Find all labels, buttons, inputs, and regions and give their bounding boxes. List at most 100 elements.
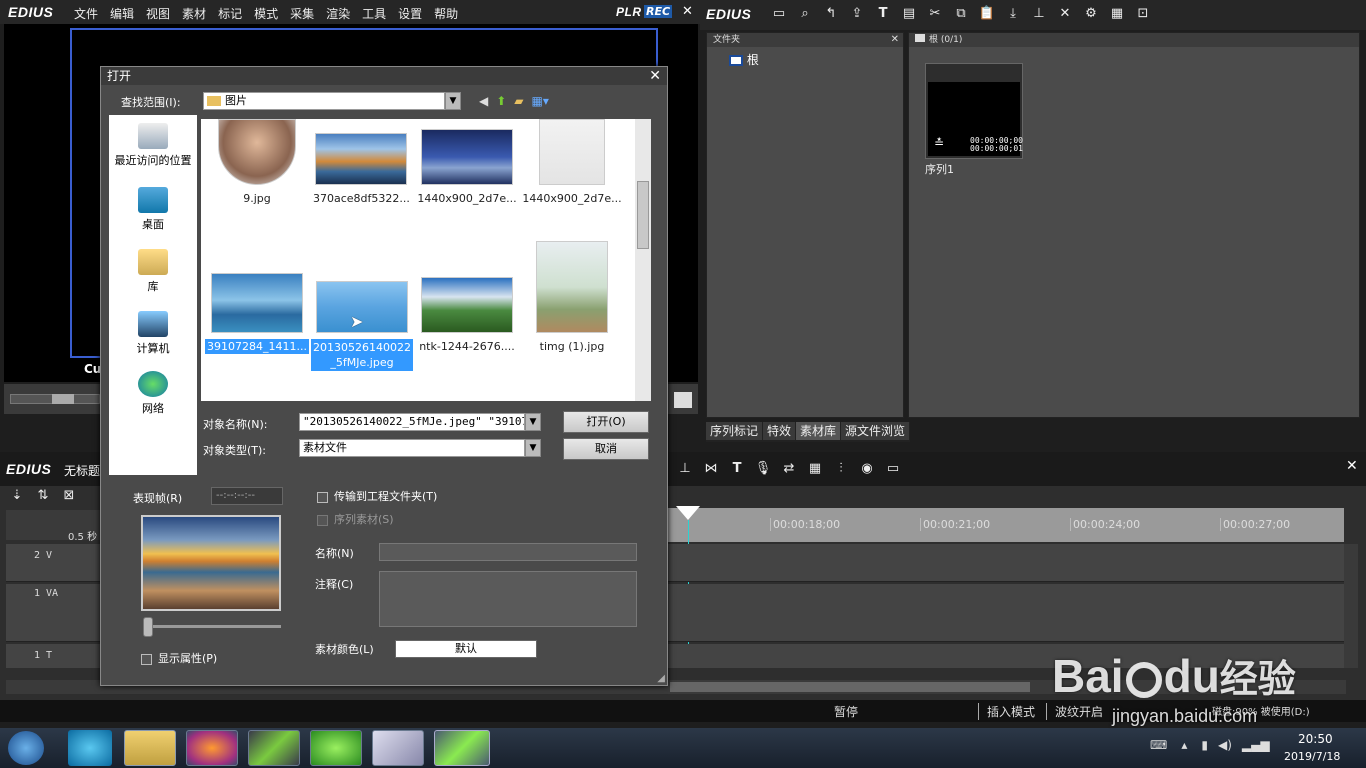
up-icon[interactable]: ↰	[822, 6, 840, 22]
copy-icon[interactable]: ⧉	[952, 6, 970, 22]
cut-icon[interactable]: ✂	[926, 6, 944, 22]
tab-effects[interactable]: 特效	[763, 422, 797, 440]
file-list-scroll-thumb[interactable]	[637, 181, 649, 249]
taskbar-browser-icon[interactable]	[310, 730, 362, 766]
place-library[interactable]: 库	[109, 249, 197, 294]
taskbar-firefox-icon[interactable]	[186, 730, 238, 766]
menu-view[interactable]: 视图	[146, 7, 170, 21]
clip-sequence1[interactable]: ≛ 00:00:00;00 00:00:00;01	[925, 63, 1023, 159]
clock-date[interactable]: 2019/7/18	[1284, 750, 1340, 763]
paste-icon[interactable]: 📋	[978, 6, 996, 22]
filetype-select[interactable]: 素材文件	[299, 439, 525, 457]
file-item[interactable]: timg (1).jpg	[519, 241, 625, 354]
mic-icon[interactable]: 🎙	[754, 461, 772, 477]
plr-label[interactable]: PLR	[616, 5, 642, 19]
menu-mode[interactable]: 模式	[254, 7, 278, 21]
poster-slider[interactable]	[143, 625, 281, 628]
tab-source-browser[interactable]: 源文件浏览	[841, 422, 911, 440]
mixer-icon[interactable]: ⫶	[832, 461, 850, 477]
split-icon[interactable]: ⊥	[676, 461, 694, 477]
transfer-option[interactable]: 传输到工程文件夹(T)	[317, 488, 437, 504]
properties-icon[interactable]: ⚙	[1082, 6, 1100, 22]
menu-edit[interactable]: 编辑	[110, 7, 134, 21]
filetype-dropdown-icon[interactable]: ▼	[525, 439, 541, 457]
open-button[interactable]: 打开(O)	[563, 411, 649, 433]
insert-icon[interactable]: ⊥	[1030, 6, 1048, 22]
grid-icon[interactable]: ▦	[806, 461, 824, 477]
tray-expand-icon[interactable]: ▴	[1181, 738, 1187, 752]
taskbar-edius-active-icon[interactable]	[434, 730, 490, 766]
sequence-option[interactable]: 序列素材(S)	[317, 511, 394, 527]
ripple-icon[interactable]: ⋈	[702, 461, 720, 477]
lookin-dropdown-icon[interactable]: ▼	[445, 92, 461, 110]
search-icon[interactable]: ⌕	[796, 6, 814, 22]
back-icon[interactable]: ◀	[479, 94, 488, 108]
view-menu-icon[interactable]: ▦▾	[532, 94, 549, 108]
taskbar-edius-icon[interactable]	[248, 730, 300, 766]
toolbox-icon[interactable]: ⊡	[1134, 6, 1152, 22]
title-icon[interactable]: T	[874, 6, 892, 22]
file-item[interactable]: 9.jpg	[205, 119, 309, 206]
clip-name-input[interactable]	[379, 543, 637, 561]
place-network[interactable]: 网络	[109, 371, 197, 416]
menu-marker[interactable]: 标记	[218, 7, 242, 21]
link-icon[interactable]: ⊠	[60, 488, 78, 504]
menu-tools[interactable]: 工具	[362, 7, 386, 21]
lookin-select[interactable]: 图片	[203, 92, 445, 110]
layout-icon[interactable]: ▭	[884, 461, 902, 477]
add-to-timeline-icon[interactable]: ⤓	[1004, 6, 1022, 22]
tab-bin[interactable]: 素材库	[796, 422, 842, 440]
poster-timecode[interactable]: --:--:--:--	[211, 487, 283, 505]
transfer-checkbox[interactable]	[317, 491, 328, 503]
menu-help[interactable]: 帮助	[434, 7, 458, 21]
show-properties-checkbox[interactable]	[141, 653, 152, 665]
taskbar-media-icon[interactable]	[68, 730, 112, 766]
render-icon[interactable]: ⇄	[780, 461, 798, 477]
file-item[interactable]: 1440x900_2d7e...	[415, 129, 519, 206]
folder-icon[interactable]: ▭	[770, 6, 788, 22]
menu-clip[interactable]: 素材	[182, 7, 206, 21]
up-folder-icon[interactable]: ⬆	[496, 94, 506, 108]
import-icon[interactable]: ⇪	[848, 6, 866, 22]
close-icon[interactable]: ✕	[682, 4, 693, 19]
status-insert-mode[interactable]: 插入模式	[978, 703, 1035, 720]
color-icon[interactable]: ◉	[858, 461, 876, 477]
file-list-scrollbar[interactable]	[635, 119, 651, 401]
menu-settings[interactable]: 设置	[398, 7, 422, 21]
delete-icon[interactable]: ✕	[1056, 6, 1074, 22]
battery-icon[interactable]: ▮	[1201, 738, 1208, 752]
status-ripple[interactable]: 波纹开启	[1046, 703, 1103, 720]
filename-dropdown-icon[interactable]: ▼	[525, 413, 541, 431]
start-button-icon[interactable]	[8, 731, 44, 765]
signal-icon[interactable]: ▂▄▆	[1242, 738, 1270, 752]
dialog-close-icon[interactable]: ✕	[649, 67, 661, 85]
timeline-vscroll[interactable]	[1344, 544, 1358, 668]
clock-time[interactable]: 20:50	[1298, 732, 1333, 746]
volume-icon[interactable]: ◀)	[1218, 738, 1232, 752]
clip-color-button[interactable]: 默认	[395, 640, 537, 658]
preview-button[interactable]	[674, 392, 692, 408]
tab-sequence-markers[interactable]: 序列标记	[706, 422, 764, 440]
taskbar-explorer-icon[interactable]	[124, 730, 176, 766]
comment-textarea[interactable]	[379, 571, 637, 627]
keyboard-icon[interactable]: ⌨	[1150, 738, 1167, 752]
file-item[interactable]: 370ace8df5322...	[311, 133, 411, 206]
place-computer[interactable]: 计算机	[109, 311, 197, 356]
show-properties[interactable]: 显示属性(P)	[141, 650, 217, 666]
view-icon[interactable]: ▦	[1108, 6, 1126, 22]
poster-slider-handle[interactable]	[143, 617, 153, 637]
file-item[interactable]: 1440x900_2d7e...	[519, 119, 625, 206]
place-desktop[interactable]: 桌面	[109, 187, 197, 232]
file-item[interactable]: ntk-1244-2676....	[415, 277, 519, 354]
text-tool-icon[interactable]: T	[728, 461, 746, 477]
preview-scroll-thumb[interactable]	[52, 394, 74, 404]
cancel-button[interactable]: 取消	[563, 438, 649, 460]
color-bar-icon[interactable]: ▤	[900, 6, 918, 22]
track-sync-icon[interactable]: ⇅	[34, 488, 52, 504]
place-recent[interactable]: 最近访问的位置	[109, 123, 197, 168]
timeline-hscroll-thumb[interactable]	[670, 682, 1030, 692]
menu-render[interactable]: 渲染	[326, 7, 350, 21]
filename-input[interactable]: "20130526140022_5fMJe.jpeg" "39107284	[299, 413, 525, 431]
playhead-icon[interactable]	[676, 506, 700, 520]
menu-file[interactable]: 文件	[74, 7, 98, 21]
